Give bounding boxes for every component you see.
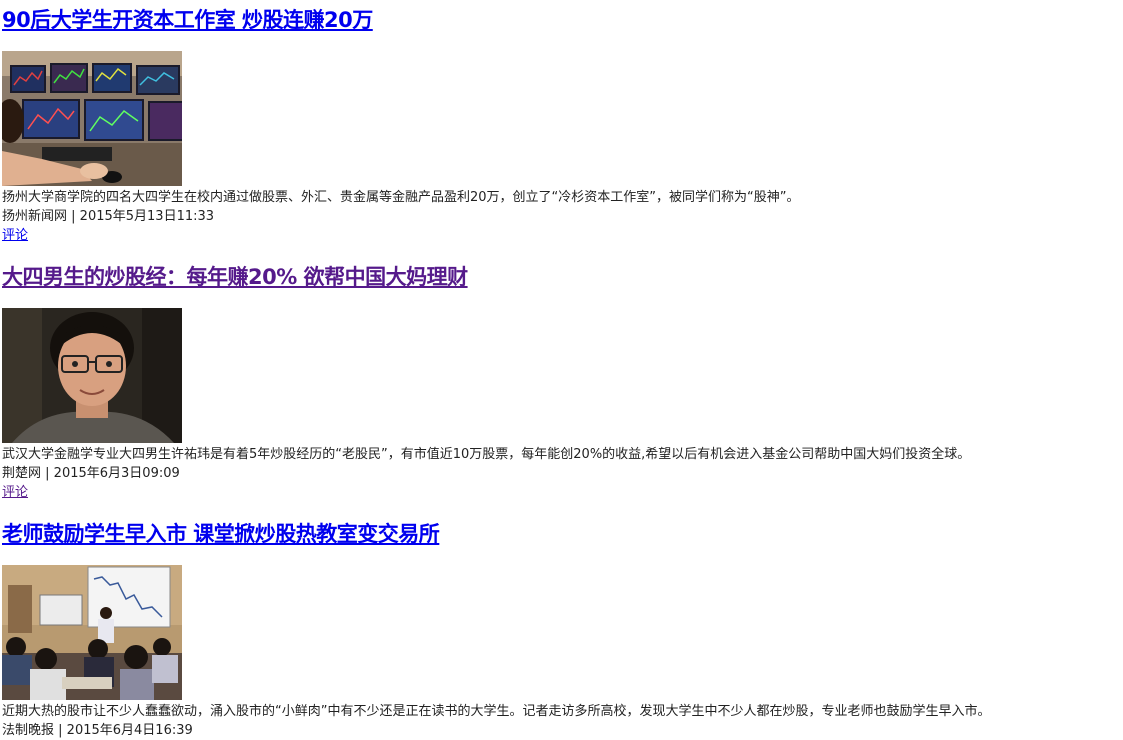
news-summary: 近期大热的股市让不少人蠢蠢欲动，涌入股市的“小鲜肉”中有不少还是正在读书的大学生… bbox=[2, 704, 991, 719]
trading-monitors-image bbox=[2, 51, 182, 186]
meta-separator: | bbox=[45, 466, 54, 481]
news-time: 2015年5月13日11:33 bbox=[79, 209, 215, 224]
meta-separator: | bbox=[71, 209, 80, 224]
comment-link[interactable]: 评论 bbox=[2, 483, 28, 502]
news-item: 老师鼓励学生早入市 课堂掀炒股热教室变交易所 近期大热的股市让不少人蠢蠢欲动，涌… bbox=[2, 520, 1117, 738]
comment-link[interactable]: 评论 bbox=[2, 226, 28, 245]
headline-link[interactable]: 老师鼓励学生早入市 课堂掀炒股热教室变交易所 bbox=[2, 520, 1117, 548]
news-source: 扬州新闻网 bbox=[2, 209, 68, 224]
news-summary: 扬州大学商学院的四名大四学生在校内通过做股票、外汇、贵金属等金融产品盈利20万，… bbox=[2, 190, 800, 205]
headline-link[interactable]: 大四男生的炒股经：每年赚20% 欲帮中国大妈理财 bbox=[2, 263, 1117, 291]
news-thumbnail[interactable] bbox=[2, 565, 182, 700]
news-time: 2015年6月4日16:39 bbox=[66, 723, 193, 738]
classroom-lecture-image bbox=[2, 565, 182, 700]
news-summary: 武汉大学金融学专业大四男生许祐玮是有着5年炒股经历的“老股民”，有市值近10万股… bbox=[2, 447, 971, 462]
headline-link[interactable]: 90后大学生开资本工作室 炒股连赚20万 bbox=[2, 6, 1117, 34]
news-source: 法制晚报 bbox=[2, 723, 55, 738]
news-meta: 法制晚报 | 2015年6月4日16:39 bbox=[2, 721, 193, 740]
news-thumbnail[interactable] bbox=[2, 308, 182, 443]
news-source: 荆楚网 bbox=[2, 466, 42, 481]
news-thumbnail[interactable] bbox=[2, 51, 182, 186]
news-meta: 荆楚网 | 2015年6月3日09:09 bbox=[2, 464, 180, 483]
news-item: 大四男生的炒股经：每年赚20% 欲帮中国大妈理财 武汉大学金融学专业大四男生许祐… bbox=[2, 263, 1117, 500]
meta-separator: | bbox=[58, 723, 67, 738]
student-portrait-image bbox=[2, 308, 182, 443]
news-item: 90后大学生开资本工作室 炒股连赚20万 扬州大学商学院的四名大四学生在校内通过… bbox=[2, 6, 1117, 243]
news-time: 2015年6月3日09:09 bbox=[53, 466, 180, 481]
news-meta: 扬州新闻网 | 2015年5月13日11:33 bbox=[2, 207, 214, 226]
